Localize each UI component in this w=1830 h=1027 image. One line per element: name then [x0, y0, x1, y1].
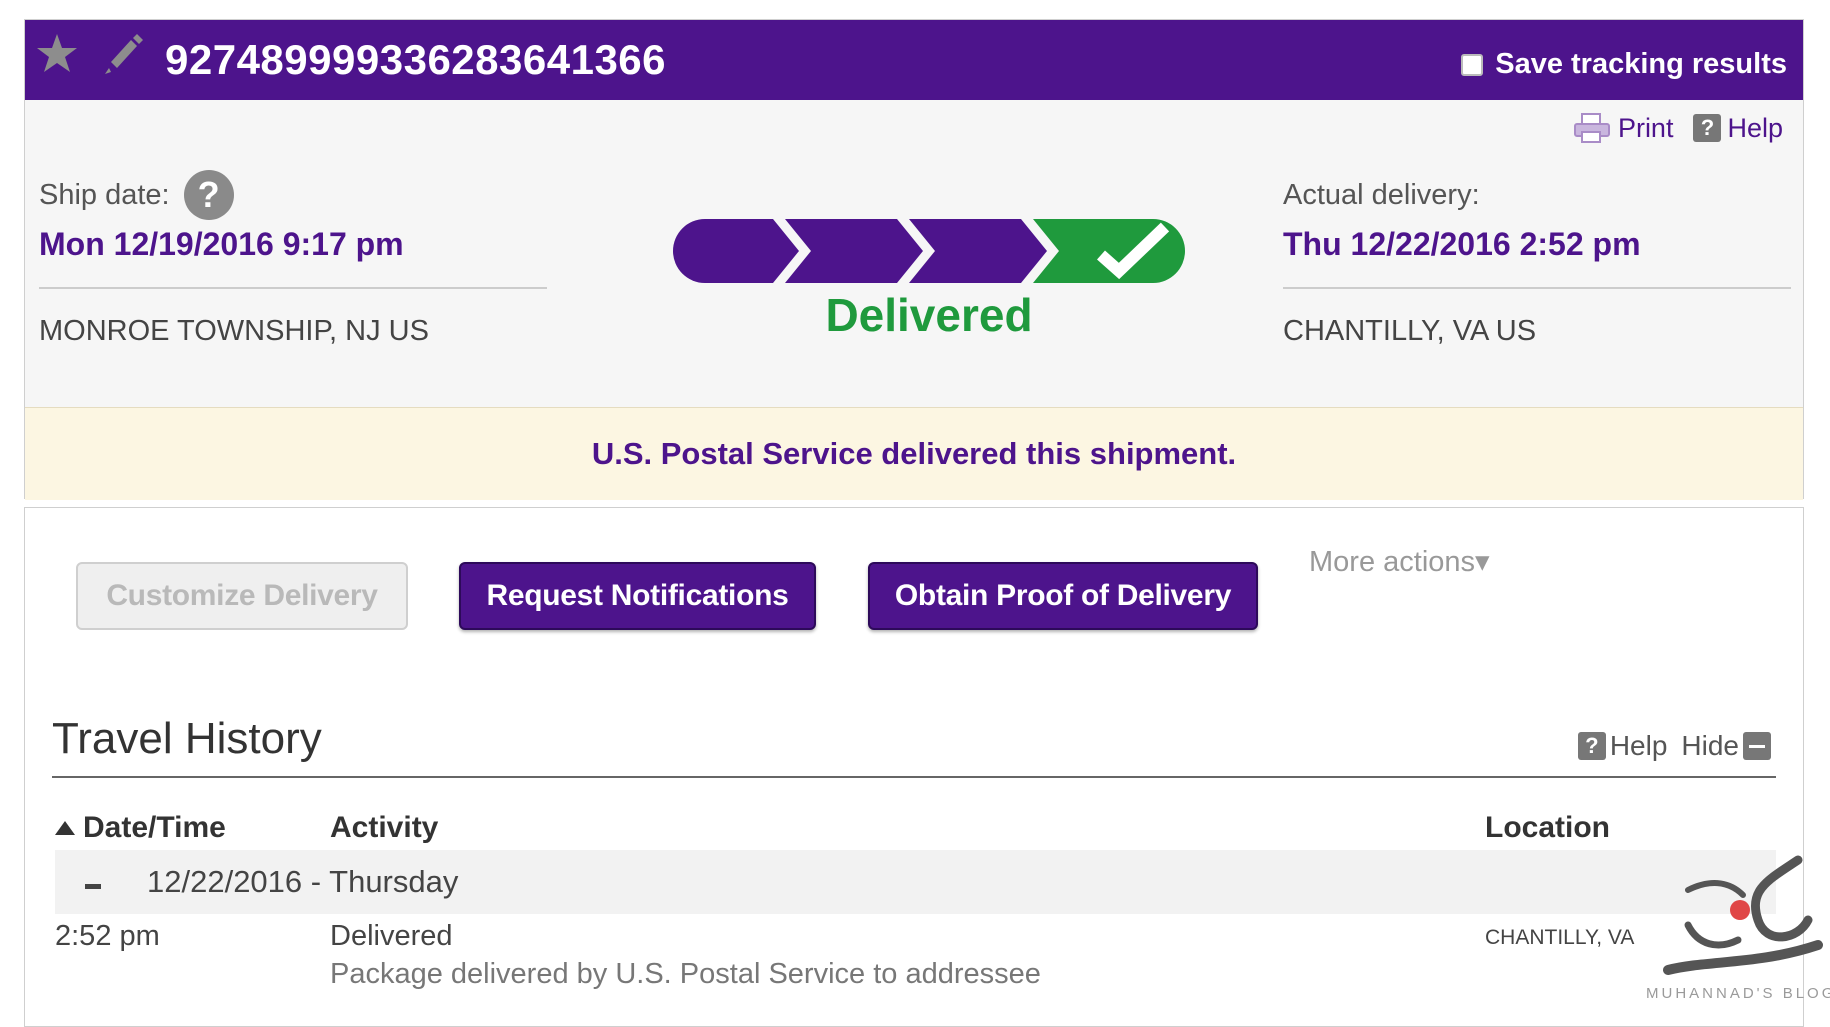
more-actions-dropdown[interactable]: More actions▾ [1309, 544, 1490, 579]
delivery-banner: U.S. Postal Service delivered this shipm… [25, 407, 1803, 500]
pencil-icon[interactable] [95, 28, 145, 78]
column-header-date-time-label: Date/Time [83, 811, 226, 844]
travel-history-help-label: Help [1609, 730, 1668, 761]
tracking-number: 927489999336283641366 [165, 36, 667, 83]
day-group-row[interactable]: 12/22/2016 - Thursday [55, 850, 1776, 914]
hide-label: Hide [1681, 730, 1739, 761]
day-heading: 12/22/2016 - Thursday [147, 864, 459, 899]
save-tracking-label: Save tracking results [1495, 48, 1787, 80]
obtain-proof-button[interactable]: Obtain Proof of Delivery [868, 562, 1258, 630]
progress-step-3 [909, 219, 1047, 283]
delivery-info: Actual delivery: Thu 12/22/2016 2:52 pm … [1283, 170, 1791, 348]
save-tracking-checkbox[interactable] [1461, 53, 1484, 76]
destination-location: CHANTILLY, VA US [1283, 315, 1537, 347]
ship-date-row: Ship date: ? [39, 170, 547, 220]
print-label: Print [1617, 112, 1674, 143]
watermark-text: MUHANNAD'S BLOG [1646, 985, 1830, 1002]
help-icon: ? [1693, 114, 1722, 142]
travel-history-tools: ? Help Hide [1577, 730, 1771, 762]
actual-delivery-label: Actual delivery: [1283, 178, 1480, 211]
question-circle-icon[interactable]: ? [183, 170, 234, 220]
shipment-summary-card: 927489999336283641366 Save tracking resu… [24, 19, 1804, 500]
collapse-icon [1743, 732, 1771, 760]
help-label: Help [1727, 112, 1783, 143]
progress-step-2 [785, 219, 923, 283]
delivery-progress-bar [673, 219, 1185, 283]
ship-divider [39, 287, 547, 289]
event-time: 2:52 pm [55, 920, 160, 952]
print-link[interactable]: Print [1572, 112, 1674, 144]
delivery-status: Delivered [825, 289, 1033, 341]
progress-step-1 [673, 219, 799, 283]
travel-history-title: Travel History [52, 714, 322, 763]
delivery-divider [1283, 287, 1791, 289]
column-header-activity: Activity [330, 811, 439, 844]
origin-location: MONROE TOWNSHIP, NJ US [39, 315, 429, 347]
travel-history-help-link[interactable]: ? Help [1577, 730, 1668, 762]
help-icon: ? [1577, 732, 1606, 760]
event-description: Package delivered by U.S. Postal Service… [330, 958, 1041, 990]
collapse-day-icon[interactable] [85, 883, 101, 889]
tracking-header: 927489999336283641366 Save tracking resu… [25, 20, 1803, 100]
star-icon[interactable] [35, 28, 79, 78]
hide-history-link[interactable]: Hide [1681, 730, 1771, 762]
travel-history-divider [52, 776, 1776, 778]
actual-delivery-value: Thu 12/22/2016 2:52 pm [1283, 226, 1641, 262]
column-header-location: Location [1485, 811, 1610, 844]
ship-date-value: Mon 12/19/2016 9:17 pm [39, 226, 404, 262]
event-activity: Delivered [330, 920, 453, 952]
save-tracking-toggle[interactable]: Save tracking results [1461, 48, 1787, 81]
summary-tools: Print ? Help [1572, 112, 1783, 144]
event-location: CHANTILLY, VA [1485, 926, 1635, 949]
watermark-logo [1663, 855, 1823, 975]
column-header-date-time[interactable]: Date/Time [55, 811, 226, 845]
help-link[interactable]: ? Help [1693, 112, 1783, 144]
actions-and-history-card: Customize Delivery Request Notifications… [24, 507, 1804, 1027]
printer-icon [1573, 113, 1610, 143]
ship-info: Ship date: ? Mon 12/19/2016 9:17 pm MONR… [39, 170, 547, 348]
request-notifications-button[interactable]: Request Notifications [459, 562, 816, 630]
sort-ascending-icon [55, 821, 75, 835]
ship-date-label: Ship date: [39, 178, 170, 211]
customize-delivery-button[interactable]: Customize Delivery [76, 562, 408, 630]
